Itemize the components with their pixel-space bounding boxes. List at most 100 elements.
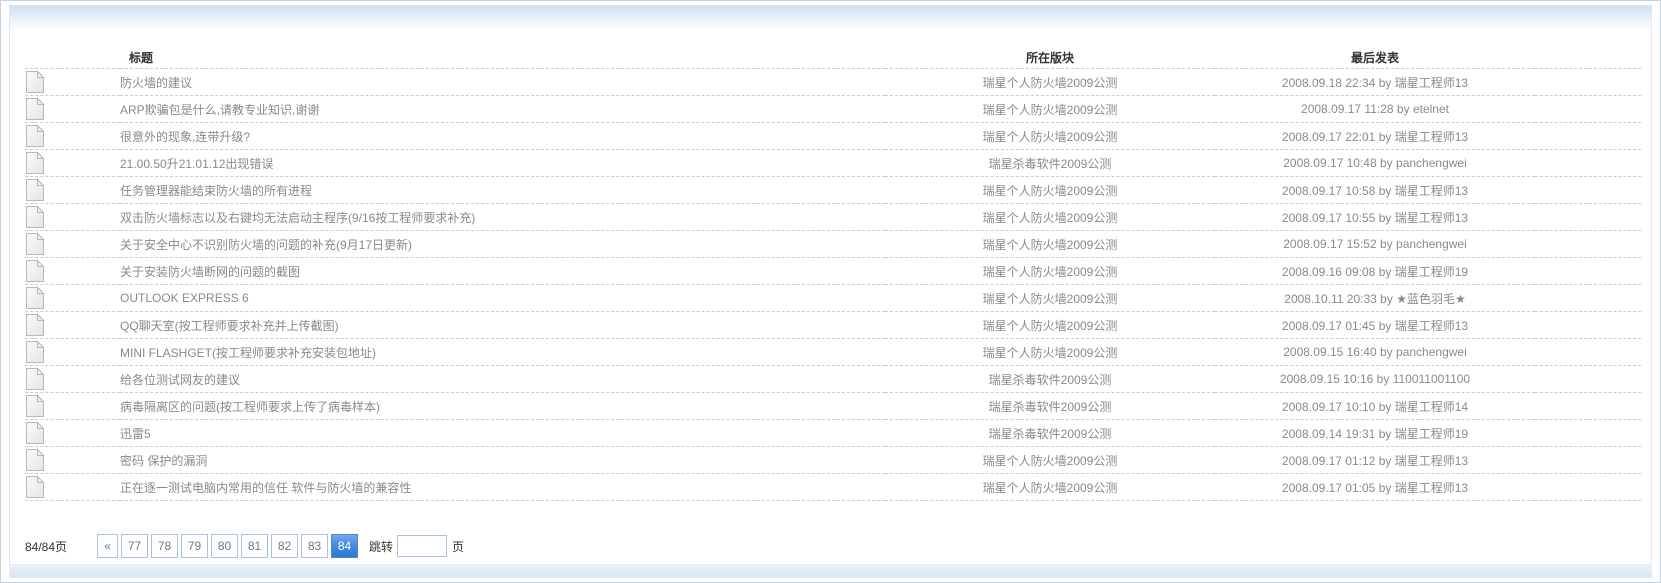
thread-title-link[interactable]: OUTLOOK EXPRESS 6 [120,291,249,305]
page-button[interactable]: 79 [181,534,209,558]
thread-title-link[interactable]: 很意外的现象,连带升级? [120,130,250,144]
lastpost-author-link[interactable]: 瑞星工程师19 [1395,265,1468,279]
thread-forum-cell: 瑞星个人防火墙2009公测 [885,95,1215,123]
thread-title-link[interactable]: 任务管理器能结束防火墙的所有进程 [120,184,312,198]
lastpost-author-link[interactable]: ★蓝色羽毛★ [1396,292,1466,306]
thread-icon-cell [25,122,120,150]
thread-title-cell: ARP欺骗包是什么,请教专业知识,谢谢 [120,95,885,123]
thread-title-link[interactable]: 迅雷5 [120,427,151,441]
document-icon [26,448,45,471]
lastpost-author-link[interactable]: 瑞星工程师13 [1395,76,1468,90]
page-button[interactable]: 82 [271,534,299,558]
document-icon [26,97,45,120]
lastpost-date: 2008.09.17 01:45 [1281,318,1376,333]
lastpost-by-label: by [1380,237,1393,251]
lastpost-date: 2008.09.17 10:10 [1281,399,1376,414]
forum-page: 标题 所在版块 最后发表 防火墙的建议 瑞星个人防火墙2009公测 2008.0… [0,0,1661,583]
document-icon [26,259,45,282]
forum-link[interactable]: 瑞星杀毒软件2009公测 [989,400,1112,414]
thread-title-link[interactable]: QQ聊天室(按工程师要求补充并上传截图) [120,319,339,333]
thread-forum-cell: 瑞星个人防火墙2009公测 [885,446,1215,474]
lastpost-by-label: by [1380,345,1393,359]
table-row: 迅雷5 瑞星杀毒软件2009公测 2008.09.14 19:31 by 瑞星工… [25,419,1641,447]
forum-link[interactable]: 瑞星个人防火墙2009公测 [983,454,1118,468]
page-button[interactable]: 81 [241,534,269,558]
filler-cell [1535,203,1641,231]
filler-cell [1535,95,1641,123]
thread-forum-cell: 瑞星个人防火墙2009公测 [885,68,1215,96]
lastpost-date: 2008.09.15 10:16 [1279,372,1374,386]
page-button[interactable]: 83 [301,534,329,558]
thread-title-link[interactable]: 防火墙的建议 [120,76,192,90]
lastpost-author-link[interactable]: 110011001100 [1393,372,1470,386]
thread-title-link[interactable]: ARP欺骗包是什么,请教专业知识,谢谢 [120,103,319,117]
lastpost-author-link[interactable]: 瑞星工程师13 [1395,454,1468,468]
forum-link[interactable]: 瑞星个人防火墙2009公测 [983,130,1118,144]
forum-link[interactable]: 瑞星杀毒软件2009公测 [989,157,1112,171]
table-row: OUTLOOK EXPRESS 6 瑞星个人防火墙2009公测 2008.10.… [25,284,1641,312]
lastpost-by-label: by [1378,264,1392,279]
thread-icon-cell [25,392,120,420]
lastpost-author-link[interactable]: 瑞星工程师13 [1395,211,1468,225]
forum-link[interactable]: 瑞星个人防火墙2009公测 [983,103,1118,117]
prev-page-button[interactable]: « [97,534,119,558]
thread-lastpost-cell: 2008.09.17 10:55 by 瑞星工程师13 [1215,203,1535,231]
document-icon [26,286,45,309]
forum-link[interactable]: 瑞星杀毒软件2009公测 [989,373,1112,387]
thread-lastpost-cell: 2008.09.15 10:16 by 110011001100 [1215,365,1535,393]
thread-title-link[interactable]: MINI FLASHGET(按工程师要求补充安装包地址) [120,346,376,360]
forum-link[interactable]: 瑞星个人防火墙2009公测 [983,481,1118,495]
thread-title-link[interactable]: 正在逐一测试电脑内常用的信任 软件与防火墙的兼容性 [120,481,411,495]
lastpost-by-label: by [1378,183,1392,198]
forum-link[interactable]: 瑞星个人防火墙2009公测 [983,346,1118,360]
lastpost-author-link[interactable]: etelnet [1413,102,1449,116]
thread-title-link[interactable]: 密码 保护的漏洞 [120,454,207,468]
filler-cell [1535,284,1641,312]
page-button[interactable]: 84 [331,534,359,558]
thread-title-link[interactable]: 关于安全中心不识别防火墙的问题的补充(9月17日更新) [120,238,412,252]
lastpost-date: 2008.09.17 15:52 [1283,237,1377,251]
page-button[interactable]: 80 [211,534,239,558]
thread-lastpost-cell: 2008.09.17 22:01 by 瑞星工程师13 [1215,122,1535,150]
forum-link[interactable]: 瑞星个人防火墙2009公测 [983,76,1118,90]
table-row: 双击防火墙标志以及右键均无法启动主程序(9/16按工程师要求补充) 瑞星个人防火… [25,203,1641,231]
thread-title-cell: 正在逐一测试电脑内常用的信任 软件与防火墙的兼容性 [120,473,885,501]
page-button[interactable]: 78 [151,534,179,558]
filler-cell [1535,473,1641,501]
document-icon [26,475,45,498]
thread-title-link[interactable]: 关于安装防火墙断网的问题的截图 [120,265,300,279]
forum-link[interactable]: 瑞星个人防火墙2009公测 [983,238,1118,252]
lastpost-author-link[interactable]: 瑞星工程师13 [1395,319,1468,333]
lastpost-author-link[interactable]: 瑞星工程师14 [1395,400,1468,414]
lastpost-date: 2008.09.17 22:01 [1281,129,1376,144]
thread-title-cell: 任务管理器能结束防火墙的所有进程 [120,176,885,204]
lastpost-author-link[interactable]: 瑞星工程师13 [1395,481,1468,495]
page-button[interactable]: 77 [121,534,149,558]
thread-forum-cell: 瑞星个人防火墙2009公测 [885,203,1215,231]
forum-link[interactable]: 瑞星杀毒软件2009公测 [989,427,1112,441]
lastpost-author-link[interactable]: 瑞星工程师13 [1395,184,1468,198]
filler-cell [1535,257,1641,285]
thread-title-link[interactable]: 双击防火墙标志以及右键均无法启动主程序(9/16按工程师要求补充) [120,211,475,225]
jump-page-input[interactable] [397,535,448,557]
thread-lastpost-cell: 2008.09.17 10:48 by panchengwei [1215,149,1535,177]
lastpost-author-link[interactable]: panchengwei [1396,345,1467,359]
thread-title-link[interactable]: 21.00.50升21.01.12出现错误 [120,157,273,171]
thread-title-link[interactable]: 给各位测试网友的建议 [120,373,240,387]
forum-link[interactable]: 瑞星个人防火墙2009公测 [983,319,1118,333]
thread-title-link[interactable]: 病毒隔离区的问题(按工程师要求上传了病毒样本) [120,400,380,414]
thread-lastpost-cell: 2008.09.17 10:10 by 瑞星工程师14 [1215,392,1535,420]
lastpost-author-link[interactable]: panchengwei [1396,156,1467,170]
thread-lastpost-cell: 2008.09.17 10:58 by 瑞星工程师13 [1215,176,1535,204]
thread-lastpost-cell: 2008.09.16 09:08 by 瑞星工程师19 [1215,257,1535,285]
forum-link[interactable]: 瑞星个人防火墙2009公测 [983,184,1118,198]
forum-link[interactable]: 瑞星个人防火墙2009公测 [983,265,1118,279]
thread-forum-cell: 瑞星杀毒软件2009公测 [885,365,1215,393]
lastpost-author-link[interactable]: panchengwei [1396,237,1467,251]
lastpost-author-link[interactable]: 瑞星工程师19 [1395,427,1468,441]
thread-title-cell: 21.00.50升21.01.12出现错误 [120,149,885,177]
forum-link[interactable]: 瑞星个人防火墙2009公测 [983,292,1118,306]
forum-link[interactable]: 瑞星个人防火墙2009公测 [983,211,1118,225]
lastpost-author-link[interactable]: 瑞星工程师13 [1395,130,1468,144]
thread-icon-cell [25,203,120,231]
